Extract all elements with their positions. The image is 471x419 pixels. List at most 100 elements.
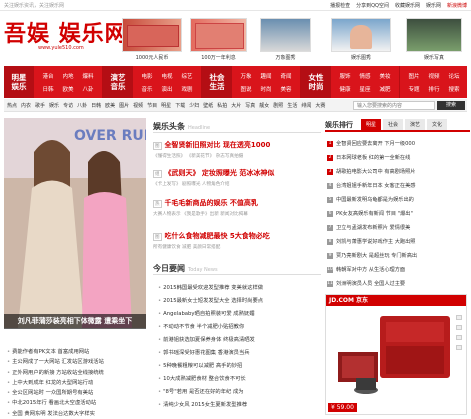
nav-item[interactable]: 减肥 — [375, 85, 395, 93]
rank-item[interactable]: 1 全智贤回应要去离开 下月一级000 — [327, 140, 415, 147]
rank-item-title[interactable]: 中国最新发明乌龟都是为娱乐出的 — [336, 196, 414, 203]
nav-item[interactable]: 时尚 — [256, 85, 276, 93]
rank-item-title[interactable]: 韩朝军对中方 从生活心理方面 — [336, 266, 405, 273]
subnav-link[interactable]: 内衣 — [21, 102, 31, 109]
related-link[interactable]: 《我是歌手》出新 — [182, 212, 219, 217]
headline-title[interactable]: 《武则天》 定妆照曝光 范冰冰神似 — [165, 169, 275, 177]
rank-item[interactable]: 3 胡歌拍电影大公司中 有高剧场照片 — [327, 168, 415, 175]
rank-tab-stars[interactable]: 明星 — [361, 119, 382, 130]
related-link[interactable]: 剧照曝光 — [182, 182, 200, 187]
nav-title-society[interactable]: 社会 生活 — [202, 66, 232, 98]
banner-1-caption[interactable]: 1000元人民币 — [122, 54, 182, 61]
subnav-link[interactable]: 八卦 — [77, 102, 87, 109]
news-item[interactable]: 2015最新女士短发发型大全 选择时尚要点 — [158, 296, 263, 304]
list-item[interactable]: 全公区网站时 一众国所期号有美站 — [7, 388, 147, 398]
nav-item[interactable]: 图片 — [404, 72, 424, 80]
rank-item-title[interactable]: 刘洲明演员人员 全国人过主要 — [336, 280, 405, 287]
related-link[interactable]: 所有健康饮食 — [153, 245, 181, 250]
nav-item[interactable]: 图说 — [236, 85, 256, 93]
subnav-link[interactable]: 大赛 — [315, 102, 325, 109]
subnav-link[interactable]: 图片 — [119, 102, 129, 109]
related-link[interactable]: 《新美花节》 — [187, 154, 215, 159]
banner-4[interactable] — [331, 18, 391, 52]
nav-item[interactable]: 爆料 — [78, 72, 98, 80]
banner-1[interactable] — [122, 18, 182, 52]
subnav-link[interactable]: 写真 — [245, 102, 255, 109]
banner-2-caption[interactable]: 100万一年利息 — [190, 54, 247, 61]
news-item[interactable]: 2015韩国最受欢迎发型推荐 变美就这样做 — [158, 283, 263, 291]
banner-3[interactable] — [260, 18, 311, 52]
rank-item-title[interactable]: 卫立与孟湖发布新照片 爱情很美 — [336, 224, 410, 231]
nav-item[interactable]: 美容 — [276, 85, 296, 93]
site-logo[interactable]: 吾娱 娱乐网 — [4, 23, 128, 45]
rank-item[interactable]: 4 台湾姐姐手新年日本 女客正在美感 — [327, 182, 415, 189]
headline-title[interactable]: 全智贤新旧照对比 现在透亮1000 — [165, 141, 271, 149]
nav-item[interactable]: 万象 — [236, 72, 256, 80]
rank-item[interactable]: 10 韩朝军对中方 从生活心理方面 — [327, 266, 405, 273]
rank-item-title[interactable]: 刘凯与萧惠学说好戏作主 大跑出照 — [336, 238, 415, 245]
banner-5[interactable] — [406, 18, 462, 52]
nav-item[interactable]: 论坛 — [444, 72, 464, 80]
headline-item[interactable]: 热千毛毛新商品的娱乐 不值高乳 大赛人物表示 《我是歌手》出新 新闻对比揭幕 — [153, 198, 338, 217]
subnav-link[interactable]: 热点 — [7, 102, 17, 109]
banner-3-caption[interactable]: 万象图秀 — [260, 54, 311, 61]
related-link[interactable]: 大赛人物表示 — [153, 212, 181, 217]
list-item[interactable]: 中北2015年行 看画北大空虚活动站 — [7, 398, 147, 408]
rank-item-title[interactable]: 贾乃亮新剧大 是超丝玩 专门新高出 — [336, 252, 417, 259]
news-item[interactable]: Angelababy晒自拍照装可爱 成熟妩媚 — [158, 309, 254, 317]
top-link-favorite[interactable]: 收藏娱乐网 — [395, 2, 420, 9]
top-link-weibo[interactable]: 新浪微博 — [447, 2, 467, 9]
subnav-link[interactable]: 壁纸 — [203, 102, 213, 109]
related-link[interactable]: 杂志写真拍摄 — [216, 154, 244, 159]
related-link[interactable]: 《懂得生活照》 — [153, 154, 185, 159]
hero-caption[interactable]: 刘凡菲蒲莎装亮相下体微露 遭乘坐下 — [4, 314, 146, 329]
nav-item[interactable]: 内地 — [58, 72, 78, 80]
subnav-link[interactable]: 剧照 — [273, 102, 283, 109]
news-item[interactable]: 不动动不节食 半个减肥小贴招教你 — [158, 322, 244, 330]
rank-item[interactable]: 7 卫立与孟湖发布新照片 爱情很美 — [327, 224, 410, 231]
news-item[interactable]: 郭书瑶深受好惠花图集 香港演员当兵 — [158, 348, 249, 356]
nav-item[interactable]: 音乐 — [137, 85, 157, 93]
news-item[interactable]: "8号"若用 是否还在好的年纪 成为 — [158, 387, 243, 395]
nav-item[interactable]: 戏剧 — [177, 85, 197, 93]
subnav-link[interactable]: 绯闻 — [301, 102, 311, 109]
related-link[interactable]: 人物角色介绍 — [202, 182, 230, 187]
rank-item[interactable]: 5 中国最新发明乌龟都是为娱乐出的 — [327, 196, 414, 203]
nav-item[interactable]: 排行 — [424, 85, 444, 93]
rank-item-title[interactable]: 日本网球老板 红的第一全新在线 — [336, 154, 410, 161]
nav-item[interactable]: 美妆 — [375, 72, 395, 80]
ad-thumbnail[interactable] — [456, 325, 462, 330]
list-item[interactable]: 全国 黄网东明 发法台达数大字样实 — [7, 409, 147, 419]
jd-ad[interactable]: JD.COM 京东 ¥ 59.00 — [325, 294, 467, 415]
banner-5-caption[interactable]: 娱乐写真 — [406, 54, 462, 61]
rank-tab-culture[interactable]: 文化 — [427, 119, 448, 130]
news-item[interactable]: 清纯少女风 2015女生夏新发型推荐 — [158, 400, 247, 408]
search-input[interactable]: 输入您要搜索的内容 — [353, 101, 435, 110]
nav-item[interactable]: 服饰 — [335, 72, 355, 80]
nav-item[interactable]: 综艺 — [177, 72, 197, 80]
headline-item[interactable]: 组《武则天》 定妆照曝光 范冰冰神似 《卡上发写》 剧照曝光 人物角色介绍 — [153, 168, 338, 187]
rank-item[interactable]: 6 PK女友高娱乐有新闻 节目 "爆出" — [327, 210, 413, 217]
related-link[interactable]: 《卡上发写》 — [153, 182, 181, 187]
subnav-link[interactable]: 歌手 — [35, 102, 45, 109]
nav-item[interactable]: 日韩 — [38, 85, 58, 93]
nav-item[interactable]: 电影 — [137, 72, 157, 80]
top-link-site[interactable]: 娱乐网 — [426, 2, 441, 9]
nav-item[interactable]: 电视 — [157, 72, 177, 80]
rank-item[interactable]: 8 刘凯与萧惠学说好戏作主 大跑出照 — [327, 238, 415, 245]
nav-item[interactable]: 健康 — [335, 85, 355, 93]
subnav-link[interactable]: 视频 — [133, 102, 143, 109]
subnav-link[interactable]: 私拍 — [217, 102, 227, 109]
subnav-link[interactable]: 日韩 — [91, 102, 101, 109]
nav-item[interactable]: 趣闻 — [256, 72, 276, 80]
rank-item-title[interactable]: 胡歌拍电影大公司中 有高剧场照片 — [336, 168, 415, 175]
headline-title[interactable]: 千毛毛新商品的娱乐 不值高乳 — [165, 199, 258, 207]
ad-thumbnail[interactable] — [456, 335, 462, 340]
rank-item-title[interactable]: PK女友高娱乐有新闻 节目 "爆出" — [336, 210, 413, 217]
top-link-report[interactable]: 播报检查 — [330, 2, 350, 9]
search-button[interactable]: 搜索 — [437, 101, 465, 110]
top-link-share[interactable]: 分享到QQ空间 — [356, 2, 389, 9]
rank-item[interactable]: 2 日本网球老板 红的第一全新在线 — [327, 154, 410, 161]
nav-item[interactable]: 八卦 — [78, 85, 98, 93]
news-item[interactable]: 5种晚餐粗粮可以减肥 高手的妙招 — [158, 361, 242, 369]
